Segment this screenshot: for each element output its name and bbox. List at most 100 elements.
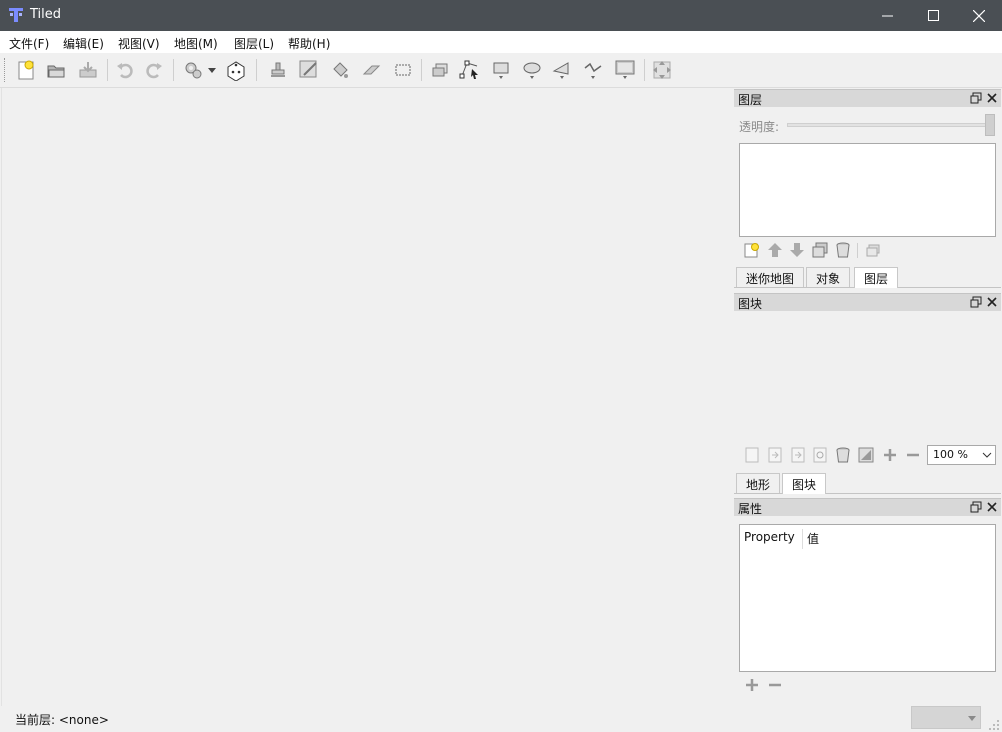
close-dock-icon[interactable] bbox=[986, 501, 998, 513]
new-layer-button[interactable] bbox=[743, 241, 761, 259]
float-dock-icon[interactable] bbox=[970, 92, 982, 104]
close-window-button[interactable] bbox=[956, 0, 1002, 31]
insert-tile-button[interactable] bbox=[613, 58, 637, 82]
minus-icon bbox=[769, 683, 781, 687]
maximize-button[interactable] bbox=[910, 0, 956, 31]
minimize-button[interactable] bbox=[864, 0, 910, 31]
column-divider[interactable] bbox=[802, 529, 803, 549]
remove-property-button[interactable] bbox=[766, 676, 784, 694]
minimize-icon bbox=[881, 15, 893, 17]
world-tool-button[interactable] bbox=[650, 58, 674, 82]
menu-layer[interactable]: 图层(L) bbox=[234, 35, 274, 52]
new-tileset-button[interactable] bbox=[743, 446, 761, 464]
stamp-brush-button[interactable] bbox=[266, 58, 290, 82]
tab-terrain[interactable]: 地形 bbox=[736, 473, 781, 493]
save-button[interactable] bbox=[76, 58, 100, 82]
menu-bar: 文件(F) 编辑(E) 视图(V) 地图(M) 图层(L) 帮助(H) bbox=[0, 31, 1002, 53]
tileset-view[interactable] bbox=[736, 312, 1000, 442]
insert-ellipse-button[interactable] bbox=[520, 58, 544, 82]
eraser-button[interactable] bbox=[359, 58, 383, 82]
opacity-slider-track[interactable] bbox=[787, 123, 986, 127]
new-document-icon bbox=[18, 60, 34, 80]
middle-tab-bar: 地形 图块 bbox=[734, 473, 1001, 494]
trash-icon bbox=[836, 242, 850, 258]
close-dock-icon[interactable] bbox=[986, 296, 998, 308]
commands-dropdown-button[interactable] bbox=[205, 58, 219, 82]
import-tileset-button[interactable] bbox=[766, 446, 784, 464]
raise-layer-button[interactable] bbox=[766, 241, 784, 259]
terrain-brush-icon bbox=[299, 60, 317, 78]
minus-icon bbox=[907, 453, 919, 457]
new-map-button[interactable] bbox=[14, 58, 38, 82]
commands-button[interactable] bbox=[181, 58, 205, 82]
opacity-slider-handle[interactable] bbox=[985, 114, 995, 136]
menu-view[interactable]: 视图(V) bbox=[118, 35, 160, 52]
stamp-icon bbox=[271, 62, 285, 77]
duplicate-layer-button[interactable] bbox=[811, 241, 829, 259]
layers-list[interactable] bbox=[739, 143, 996, 237]
random-mode-button[interactable] bbox=[223, 58, 247, 82]
undo-icon bbox=[117, 63, 133, 79]
status-zoom-combobox[interactable] bbox=[911, 706, 981, 729]
tab-tilesets[interactable]: 图块 bbox=[782, 473, 827, 494]
zoom-in-button[interactable] bbox=[881, 446, 899, 464]
menu-edit[interactable]: 编辑(E) bbox=[63, 35, 104, 52]
toolbar-separator bbox=[644, 59, 645, 81]
edit-terrain-button[interactable] bbox=[857, 446, 875, 464]
zoom-value: 100 % bbox=[933, 448, 968, 461]
duplicate-icon bbox=[812, 242, 828, 258]
eraser-icon bbox=[362, 65, 381, 75]
window-title: Tiled bbox=[30, 7, 62, 22]
lower-layer-button[interactable] bbox=[788, 241, 806, 259]
layer-properties-button[interactable] bbox=[864, 241, 882, 259]
undo-button[interactable] bbox=[113, 58, 137, 82]
open-button[interactable] bbox=[44, 58, 68, 82]
toolbar-separator bbox=[173, 59, 174, 81]
value-column-header[interactable]: 值 bbox=[807, 530, 819, 547]
redo-button[interactable] bbox=[142, 58, 166, 82]
tileset-properties-button[interactable] bbox=[811, 446, 829, 464]
zoom-out-button[interactable] bbox=[904, 446, 922, 464]
select-objects-button[interactable] bbox=[428, 58, 452, 82]
property-column-header[interactable]: Property bbox=[744, 530, 795, 544]
menu-file[interactable]: 文件(F) bbox=[9, 35, 49, 52]
bucket-fill-button[interactable] bbox=[328, 58, 352, 82]
status-bar: 当前层: <none> bbox=[0, 706, 1002, 732]
toolbar-separator bbox=[256, 59, 257, 81]
polygon-icon bbox=[552, 62, 569, 79]
float-dock-icon[interactable] bbox=[970, 296, 982, 308]
insert-polygon-button[interactable] bbox=[550, 58, 574, 82]
toolbar-grip[interactable] bbox=[4, 58, 7, 82]
close-dock-icon[interactable] bbox=[986, 92, 998, 104]
rectangle-select-button[interactable] bbox=[391, 58, 415, 82]
add-property-button[interactable] bbox=[743, 676, 761, 694]
plus-icon bbox=[884, 449, 896, 461]
move-arrows-icon bbox=[653, 61, 671, 79]
map-editor-area[interactable] bbox=[1, 88, 732, 706]
menu-map[interactable]: 地图(M) bbox=[174, 35, 218, 52]
save-icon bbox=[79, 62, 97, 78]
edit-polygons-button[interactable] bbox=[458, 58, 482, 82]
delete-tileset-button[interactable] bbox=[834, 446, 852, 464]
delete-layer-button[interactable] bbox=[834, 241, 852, 259]
tab-layers[interactable]: 图层 bbox=[854, 267, 899, 288]
zoom-combobox[interactable]: 100 % bbox=[927, 445, 996, 465]
toolbar-separator bbox=[421, 59, 422, 81]
export-tileset-button[interactable] bbox=[789, 446, 807, 464]
insert-rectangle-button[interactable] bbox=[489, 58, 513, 82]
menu-help[interactable]: 帮助(H) bbox=[288, 35, 330, 52]
float-dock-icon[interactable] bbox=[970, 501, 982, 513]
search-icon bbox=[813, 447, 827, 463]
terrain-brush-button[interactable] bbox=[297, 58, 321, 82]
insert-polyline-button[interactable] bbox=[581, 58, 605, 82]
resize-grip-icon[interactable] bbox=[988, 719, 1000, 731]
chevron-down-icon bbox=[968, 716, 976, 721]
opacity-label: 透明度: bbox=[739, 120, 780, 134]
trash-icon bbox=[836, 447, 850, 463]
tab-minimap[interactable]: 迷你地图 bbox=[736, 267, 805, 287]
properties-table[interactable]: Property 值 bbox=[739, 524, 996, 672]
polyline-icon bbox=[584, 62, 602, 79]
bucket-fill-icon bbox=[333, 62, 348, 78]
tab-objects[interactable]: 对象 bbox=[806, 267, 851, 287]
layers-dock-title: 图层 bbox=[738, 93, 763, 107]
